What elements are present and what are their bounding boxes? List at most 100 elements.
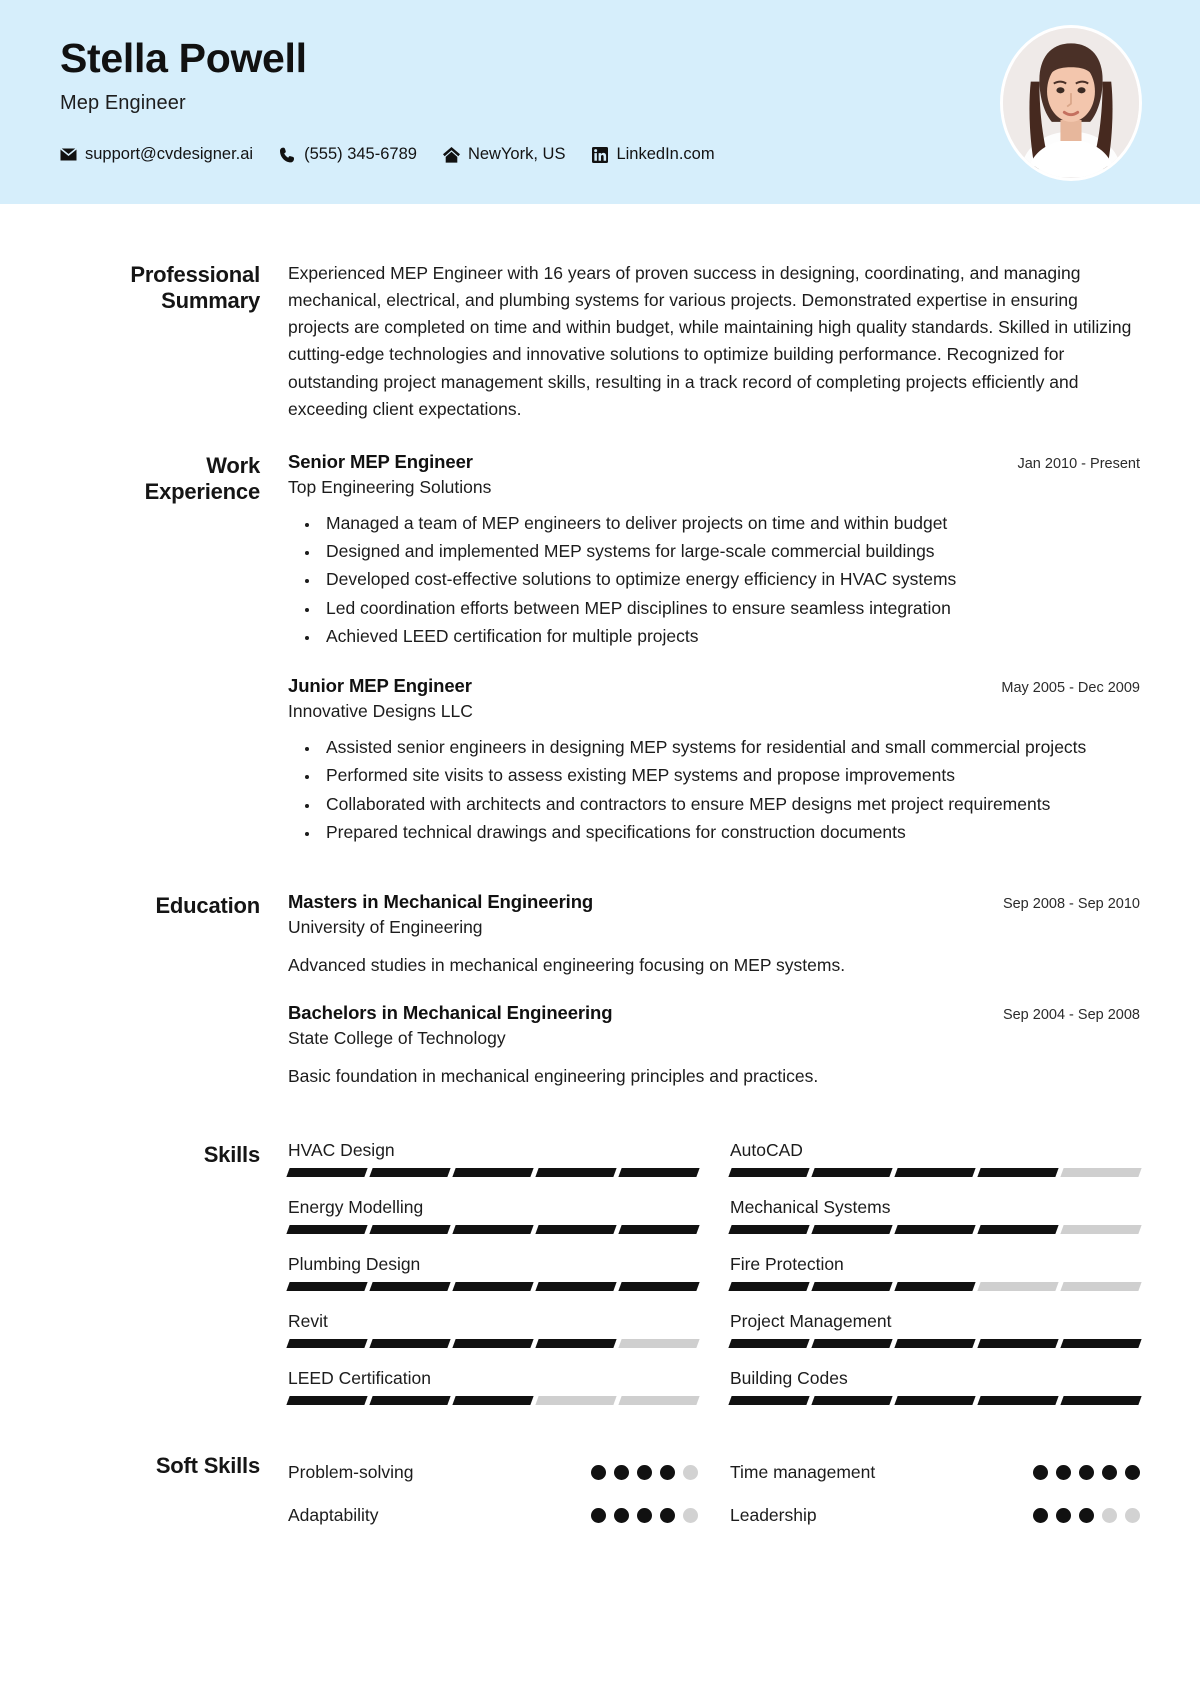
skill-level-segment [977, 1167, 1059, 1177]
contact-email-label: support@cvdesigner.ai [85, 145, 254, 163]
list-item: Performed site visits to assess existing… [320, 762, 1140, 788]
contact-phone[interactable]: (555) 345-6789 [279, 145, 417, 164]
skill-level-segment [1060, 1224, 1142, 1234]
experience-entries: Senior MEP Engineer Jan 2010 - Present T… [288, 451, 1140, 847]
section-title-summary: Professional Summary [60, 260, 260, 423]
skill-level-segment [618, 1395, 700, 1405]
rating-dot [683, 1507, 698, 1523]
experience-date: Jan 2010 - Present [1017, 455, 1140, 472]
experience-job-title: Junior MEP Engineer [288, 675, 472, 696]
skill-name: LEED Certification [288, 1367, 431, 1388]
skill-level-bar [286, 1338, 700, 1348]
rating-dot [1102, 1507, 1117, 1523]
skill-level-segment [728, 1224, 810, 1234]
avatar-illustration [1003, 28, 1139, 178]
soft-skill-name: Time management [730, 1461, 876, 1482]
skill-level-bar [728, 1281, 1142, 1291]
contact-linkedin[interactable]: LinkedIn.com [591, 145, 715, 164]
rating-dot [1033, 1464, 1048, 1480]
skill-name: HVAC Design [288, 1139, 395, 1160]
skill-level-bar [728, 1167, 1142, 1177]
skills-grid: HVAC Design AutoCAD Energy Modelling Mechan… [286, 1139, 1142, 1425]
soft-skill-item: Time management [730, 1451, 1140, 1494]
skill-level-segment [286, 1224, 368, 1234]
skill-level-bar [728, 1338, 1142, 1348]
skill-level-segment [618, 1167, 700, 1177]
skill-level-segment [369, 1167, 451, 1177]
skill-level-segment [618, 1224, 700, 1234]
section-title-skills: Skills [203, 1141, 260, 1167]
rating-dot [1125, 1464, 1140, 1480]
soft-skill-rating [1033, 1464, 1140, 1480]
envelope-icon [60, 146, 77, 163]
contact-linkedin-label: LinkedIn.com [616, 145, 715, 163]
list-item: Managed a team of MEP engineers to deliv… [320, 510, 1140, 536]
skill-name: Building Codes [730, 1367, 848, 1388]
education-date: Sep 2008 - Sep 2010 [1002, 896, 1140, 912]
summary-text: Experienced MEP Engineer with 16 years o… [288, 263, 1132, 419]
skill-level-segment [1060, 1167, 1142, 1177]
skill-level-segment [535, 1338, 617, 1348]
skill-level-segment [286, 1281, 368, 1291]
skill-level-segment [894, 1224, 976, 1234]
skill-level-segment [452, 1395, 534, 1405]
rating-dot [1079, 1507, 1094, 1523]
soft-skill-name: Problem-solving [288, 1461, 414, 1482]
skill-item: Project Management [728, 1311, 1142, 1368]
resume-header: Stella Powell Mep Engineer support@cvdes… [0, 0, 1200, 204]
soft-skill-item: Problem-solving [288, 1451, 698, 1494]
section-title-soft-skills: Soft Skills [155, 1452, 260, 1478]
experience-date: May 2005 - Dec 2009 [1001, 680, 1140, 696]
skill-level-bar [728, 1395, 1142, 1405]
skill-level-segment [728, 1281, 810, 1291]
skill-level-segment [894, 1281, 976, 1291]
soft-skill-rating [1033, 1507, 1140, 1523]
job-title-subtitle: Mep Engineer [60, 91, 186, 114]
contact-phone-label: (555) 345-6789 [304, 145, 417, 163]
section-work-experience: Work Experience Senior MEP Engineer Jan … [60, 451, 1140, 847]
section-education: Education Masters in Mechanical Engineer… [60, 891, 1140, 1090]
avatar [1000, 25, 1142, 181]
resume-body: Professional Summary Experienced MEP Eng… [0, 260, 1200, 1557]
section-title-experience: Work Experience [60, 451, 261, 847]
list-item: Led coordination efforts between MEP dis… [320, 595, 1140, 621]
experience-entry: Senior MEP Engineer Jan 2010 - Present T… [288, 451, 1140, 649]
education-degree: Bachelors in Mechanical Engineering [288, 1002, 613, 1024]
skill-level-segment [728, 1395, 810, 1405]
skill-item: Energy Modelling [286, 1197, 700, 1254]
rating-dot [637, 1464, 652, 1480]
experience-job-title: Senior MEP Engineer [288, 450, 473, 472]
skill-item: Mechanical Systems [728, 1197, 1142, 1254]
skill-level-segment [286, 1167, 368, 1177]
contact-location[interactable]: NewYork, US [442, 145, 565, 164]
soft-skill-name: Adaptability [288, 1504, 379, 1525]
page-title: Stella Powell [60, 35, 307, 81]
skill-item: Plumbing Design [286, 1253, 700, 1311]
contact-email[interactable]: support@cvdesigner.ai [60, 145, 253, 164]
list-item: Developed cost-effective solutions to op… [320, 566, 1140, 592]
skill-name: Plumbing Design [288, 1253, 421, 1274]
skill-level-segment [811, 1338, 893, 1348]
rating-dot [591, 1507, 606, 1523]
education-entries: Masters in Mechanical Engineering Sep 20… [288, 891, 1140, 1090]
skill-level-segment [535, 1281, 617, 1291]
skill-item: AutoCAD [728, 1140, 1142, 1197]
section-skills: Skills HVAC Design AutoCAD Energy Modellin… [60, 1139, 1142, 1425]
skill-level-segment [618, 1281, 700, 1291]
soft-skill-item: Leadership [730, 1494, 1140, 1537]
experience-title-line2: Experience [144, 478, 261, 504]
resume-page: Stella Powell Mep Engineer support@cvdes… [0, 0, 1200, 1684]
skill-level-segment [811, 1395, 893, 1405]
education-school: State College of Technology [288, 1028, 506, 1049]
soft-skill-name: Leadership [730, 1504, 817, 1525]
education-description: Basic foundation in mechanical engineeri… [288, 1066, 819, 1087]
skill-level-segment [535, 1395, 617, 1405]
skill-name: Revit [288, 1310, 328, 1331]
list-item: Prepared technical drawings and specific… [320, 819, 1140, 845]
linkedin-icon [591, 146, 608, 163]
rating-dot [660, 1464, 675, 1480]
skill-level-segment [369, 1395, 451, 1405]
skill-level-segment [369, 1338, 451, 1348]
experience-bullets: Managed a team of MEP engineers to deliv… [288, 510, 1140, 649]
skill-level-segment [894, 1167, 976, 1177]
